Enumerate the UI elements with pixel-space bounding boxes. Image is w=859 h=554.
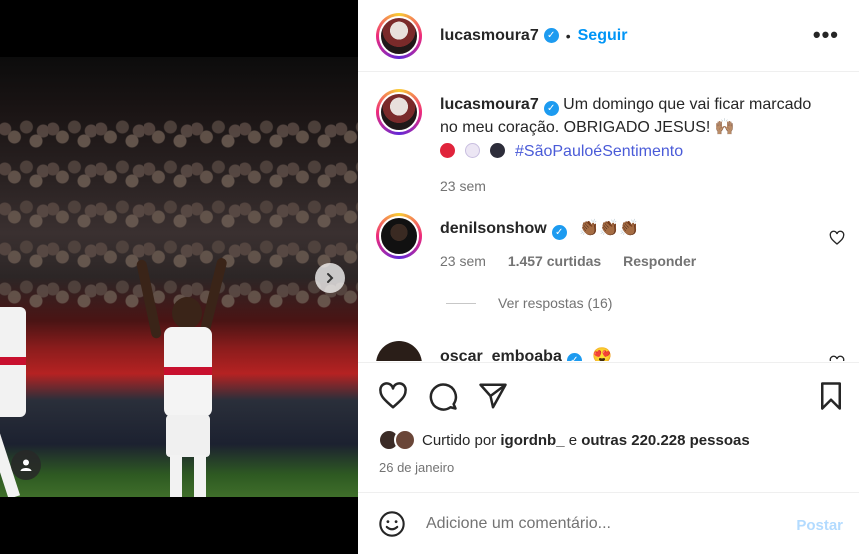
chevron-right-icon bbox=[327, 273, 334, 283]
likes-prefix: Curtido por bbox=[422, 431, 501, 449]
post-comment-button[interactable]: Postar bbox=[796, 517, 843, 534]
commenter-username[interactable]: oscar_emboaba bbox=[440, 348, 562, 361]
liker-avatar[interactable] bbox=[394, 429, 416, 451]
comment-bubble-icon[interactable] bbox=[428, 381, 458, 411]
comment-likes[interactable]: 1.457 curtidas bbox=[508, 253, 601, 269]
caption-avatar[interactable] bbox=[376, 89, 422, 135]
author-username[interactable]: lucasmoura7 bbox=[440, 27, 539, 45]
follow-button[interactable]: Seguir bbox=[578, 27, 628, 45]
comment-row: denilsonshow ✓ 👏🏾👏🏾👏🏾 23 sem 1.457 curtid… bbox=[376, 213, 714, 273]
commenter-username[interactable]: denilsonshow bbox=[440, 220, 547, 237]
verified-icon: ✓ bbox=[566, 353, 582, 361]
comment-like-icon[interactable] bbox=[829, 355, 845, 361]
comment-text: 👏🏾👏🏾👏🏾 bbox=[579, 220, 639, 237]
post-media bbox=[0, 0, 358, 554]
post-date: 26 de janeiro bbox=[379, 460, 455, 475]
user-tag-icon bbox=[20, 459, 32, 471]
likes-summary: Curtido por igordnb_ e outras 220.228 pe… bbox=[378, 429, 750, 451]
player-figure bbox=[135, 257, 228, 497]
red-circle-emoji bbox=[440, 143, 455, 158]
likes-connector: e bbox=[564, 431, 582, 449]
hashtag-link[interactable]: #SãoPauloéSentimento bbox=[515, 143, 683, 160]
verified-icon: ✓ bbox=[551, 225, 567, 240]
reply-button[interactable]: Responder bbox=[623, 253, 696, 269]
caption-time: 23 sem bbox=[440, 178, 486, 194]
post-panel: lucasmoura7 ✓ • Seguir ••• lucasmoura7 ✓ … bbox=[358, 0, 859, 554]
separator-dot: • bbox=[565, 27, 571, 44]
liker-username[interactable]: igordnb_ bbox=[500, 432, 564, 449]
white-circle-emoji bbox=[465, 143, 480, 158]
more-horizontal-icon[interactable]: ••• bbox=[813, 22, 839, 48]
likes-others[interactable]: outras 220.228 pessoas bbox=[581, 432, 749, 449]
bookmark-icon[interactable] bbox=[816, 381, 846, 411]
comments-list: lucasmoura7 ✓ Um domingo que vai ficar ma… bbox=[358, 73, 859, 361]
comment-text: 😍 bbox=[592, 348, 613, 361]
view-replies-label: Ver respostas (16) bbox=[498, 295, 613, 311]
comment-time: 23 sem bbox=[440, 253, 486, 269]
post-photo[interactable] bbox=[0, 57, 358, 497]
verified-icon: ✓ bbox=[543, 101, 559, 116]
add-comment-bar: Postar bbox=[358, 492, 859, 554]
post-actions: Curtido por igordnb_ e outras 220.228 pe… bbox=[358, 362, 859, 492]
next-photo-button[interactable] bbox=[315, 263, 345, 293]
tagged-users-button[interactable] bbox=[11, 450, 41, 480]
paper-plane-icon[interactable] bbox=[478, 381, 508, 411]
black-circle-emoji bbox=[490, 143, 505, 158]
view-replies-button[interactable]: Ver respostas (16) bbox=[446, 295, 612, 311]
comment-like-icon[interactable] bbox=[829, 230, 845, 246]
caption-row: lucasmoura7 ✓ Um domingo que vai ficar ma… bbox=[376, 89, 830, 198]
comment-input[interactable] bbox=[426, 514, 766, 533]
comment-row: oscar_emboaba ✓ 😍 bbox=[376, 341, 612, 361]
verified-icon: ✓ bbox=[543, 28, 559, 43]
post-header: lucasmoura7 ✓ • Seguir ••• bbox=[358, 0, 859, 72]
caption-username[interactable]: lucasmoura7 bbox=[440, 96, 539, 113]
commenter-avatar[interactable] bbox=[376, 341, 422, 361]
heart-outline-icon[interactable] bbox=[378, 381, 408, 411]
smiley-icon[interactable] bbox=[378, 510, 406, 538]
author-avatar[interactable] bbox=[376, 12, 422, 59]
commenter-avatar[interactable] bbox=[376, 213, 422, 259]
